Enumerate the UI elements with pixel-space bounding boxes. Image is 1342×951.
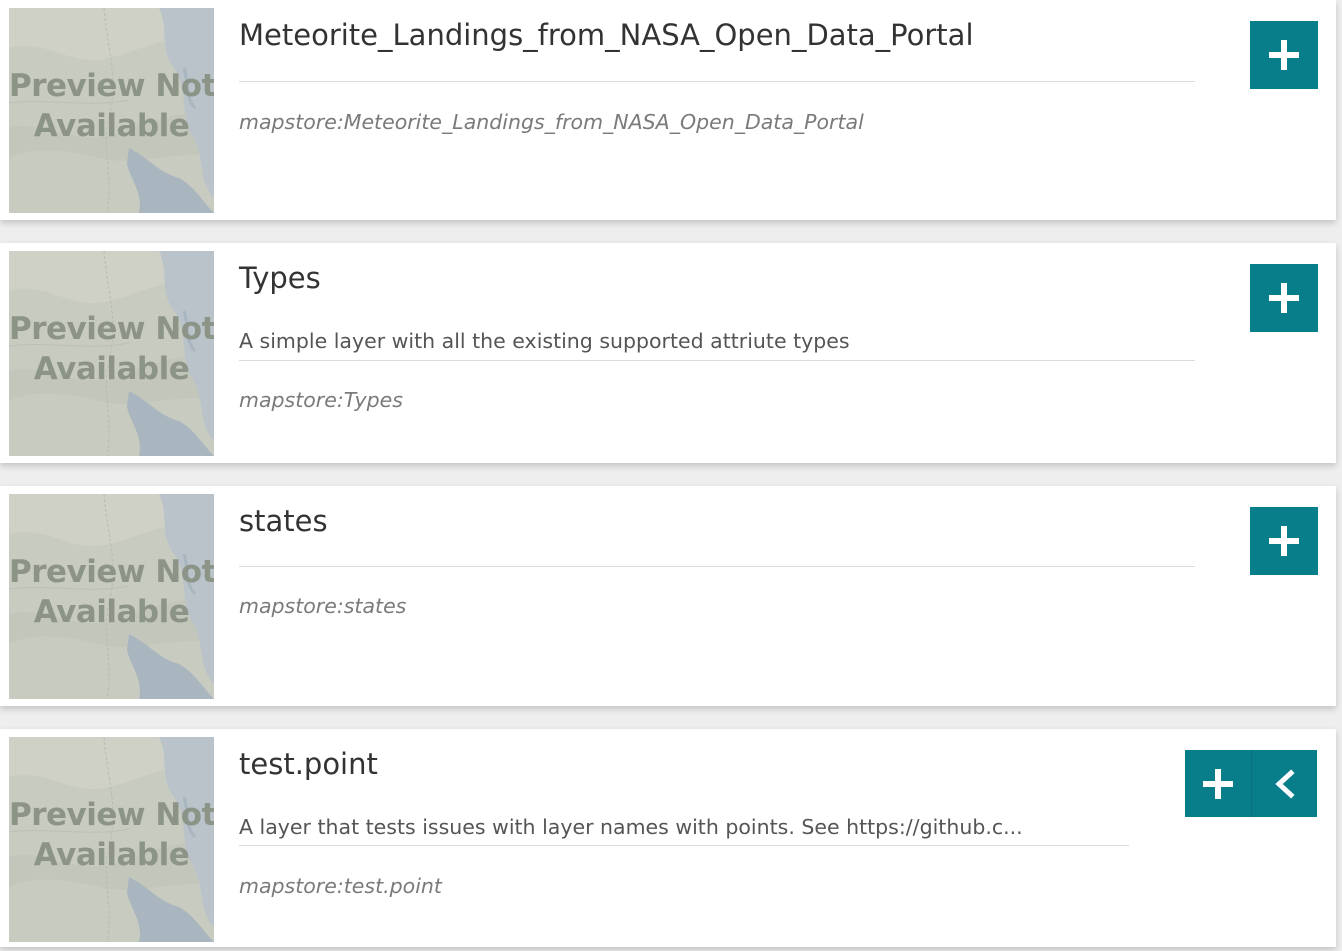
record-divider <box>239 360 1195 361</box>
catalog-record-card: Preview Not Available Types A simple lay… <box>0 243 1336 463</box>
preview-not-available-text: Preview Not Available <box>9 66 214 146</box>
layer-catalog-list: Preview Not Available Meteorite_Landings… <box>0 0 1342 951</box>
record-identifier: mapstore:Meteorite_Landings_from_NASA_Op… <box>239 110 864 134</box>
preview-not-available-text: Preview Not Available <box>9 552 214 632</box>
preview-line-1: Preview Not <box>9 311 214 347</box>
preview-line-2: Available <box>33 594 190 630</box>
add-layer-button[interactable] <box>1250 264 1318 332</box>
plus-icon <box>1269 526 1299 556</box>
preview-line-2: Available <box>33 351 190 387</box>
layer-preview-thumbnail: Preview Not Available <box>9 494 214 699</box>
plus-icon <box>1269 40 1299 70</box>
layer-preview-thumbnail: Preview Not Available <box>9 251 214 456</box>
catalog-record-card: Preview Not Available states mapstore:st… <box>0 486 1336 706</box>
record-title: Meteorite_Landings_from_NASA_Open_Data_P… <box>239 18 974 52</box>
preview-line-1: Preview Not <box>9 797 214 833</box>
layer-preview-thumbnail: Preview Not Available <box>9 8 214 213</box>
add-layer-button[interactable] <box>1250 507 1318 575</box>
add-layer-button[interactable] <box>1250 21 1318 89</box>
plus-icon <box>1203 768 1233 799</box>
add-layer-button[interactable] <box>1185 750 1251 817</box>
preview-line-2: Available <box>33 837 190 873</box>
preview-line-2: Available <box>33 108 190 144</box>
preview-not-available-text: Preview Not Available <box>9 795 214 875</box>
record-action-buttons <box>1185 750 1317 817</box>
catalog-record-card: Preview Not Available Meteorite_Landings… <box>0 0 1336 220</box>
record-identifier: mapstore:states <box>239 594 407 618</box>
record-description: A layer that tests issues with layer nam… <box>239 815 1023 839</box>
preview-line-1: Preview Not <box>9 68 214 104</box>
preview-line-1: Preview Not <box>9 554 214 590</box>
catalog-record-card: Preview Not Available test.point A layer… <box>0 729 1336 947</box>
record-divider <box>239 845 1129 846</box>
expand-description-button[interactable] <box>1251 750 1317 817</box>
chevron-left-icon <box>1274 768 1295 799</box>
record-title: states <box>239 504 328 538</box>
record-identifier: mapstore:test.point <box>239 874 442 898</box>
record-title: Types <box>239 261 321 295</box>
layer-preview-thumbnail: Preview Not Available <box>9 737 214 942</box>
record-title: test.point <box>239 747 378 781</box>
record-divider <box>239 81 1195 82</box>
record-identifier: mapstore:Types <box>239 388 403 412</box>
preview-not-available-text: Preview Not Available <box>9 309 214 389</box>
record-divider <box>239 566 1195 567</box>
record-description: A simple layer with all the existing sup… <box>239 329 850 353</box>
plus-icon <box>1269 283 1299 313</box>
